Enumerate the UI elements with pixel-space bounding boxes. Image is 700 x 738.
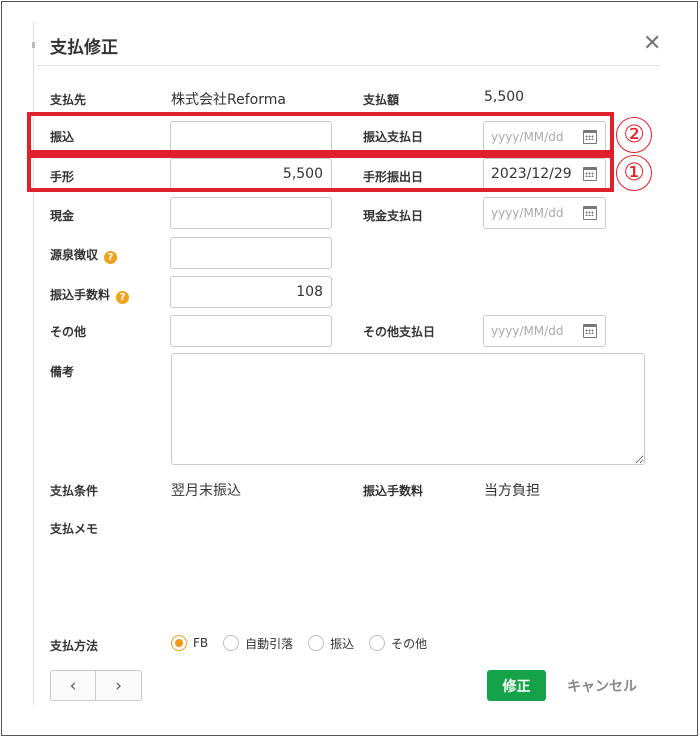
other-date-label: その他支払日: [363, 325, 436, 339]
submit-button[interactable]: 修正: [487, 670, 546, 701]
cash-date-label: 現金支払日: [363, 209, 424, 223]
radio-label: その他: [391, 636, 428, 651]
amount-label: 支払額: [363, 93, 400, 107]
payment-method-radios: FB 自動引落 振込 その他: [171, 633, 442, 653]
pay-terms-label: 支払条件: [50, 484, 99, 498]
payee-value: 株式会社Reforma: [171, 92, 286, 108]
cash-label: 現金: [50, 209, 75, 223]
dialog-title: 支払修正: [50, 38, 118, 58]
cash-input[interactable]: [170, 197, 332, 229]
next-icon[interactable]: ›: [96, 671, 141, 700]
withholding-input[interactable]: [170, 237, 332, 269]
cash-date-picker[interactable]: [483, 197, 606, 229]
radio-other[interactable]: その他: [369, 635, 427, 652]
annotation-marker-1: ①: [616, 155, 652, 191]
payment-method-label: 支払方法: [50, 639, 99, 653]
help-icon[interactable]: ?: [116, 291, 130, 304]
radio-dot[interactable]: [308, 635, 325, 651]
left-border-mark: [32, 42, 35, 48]
amount-value: 5,500: [484, 89, 525, 105]
remarks-label: 備考: [50, 365, 75, 379]
radio-fb[interactable]: FB: [171, 635, 208, 651]
payee-label: 支払先: [50, 93, 87, 107]
title-divider: [36, 65, 660, 66]
annotation-marker-2: ②: [616, 117, 652, 153]
prev-icon[interactable]: ‹: [51, 671, 97, 700]
withholding-label-text: 源泉徴収: [50, 248, 99, 262]
cash-date-input[interactable]: [484, 198, 579, 228]
calendar-icon[interactable]: [583, 206, 597, 220]
cancel-button[interactable]: キャンセル: [567, 676, 637, 696]
other-input[interactable]: [170, 315, 332, 347]
pager: ‹ ›: [50, 670, 142, 701]
radio-dot[interactable]: [369, 635, 386, 651]
radio-label: FB: [193, 636, 209, 650]
radio-label: 自動引落: [245, 636, 294, 651]
fee-label-text: 振込手数料: [50, 288, 111, 302]
fee-label: 振込手数料?: [50, 286, 130, 304]
fee-burden-value: 当方負担: [484, 483, 540, 499]
fee-burden-label: 振込手数料: [363, 484, 424, 498]
pay-terms-value: 翌月末振込: [171, 483, 241, 499]
help-icon[interactable]: ?: [104, 251, 118, 264]
other-label: その他: [50, 325, 87, 339]
radio-transfer[interactable]: 振込: [308, 635, 354, 652]
remarks-textarea[interactable]: [171, 353, 645, 465]
annotation-box-1: [27, 154, 614, 192]
close-icon[interactable]: ✕: [643, 33, 661, 55]
radio-dot[interactable]: [171, 635, 187, 651]
calendar-icon[interactable]: [583, 324, 597, 338]
radio-dot[interactable]: [223, 635, 240, 651]
fee-input[interactable]: [170, 276, 332, 308]
withholding-label: 源泉徴収?: [50, 246, 118, 264]
radio-auto-debit[interactable]: 自動引落: [223, 635, 293, 652]
radio-label: 振込: [330, 636, 355, 651]
memo-label: 支払メモ: [50, 522, 99, 536]
other-date-input[interactable]: [484, 316, 579, 346]
other-date-picker[interactable]: [483, 315, 606, 347]
annotation-box-2: [27, 112, 614, 154]
